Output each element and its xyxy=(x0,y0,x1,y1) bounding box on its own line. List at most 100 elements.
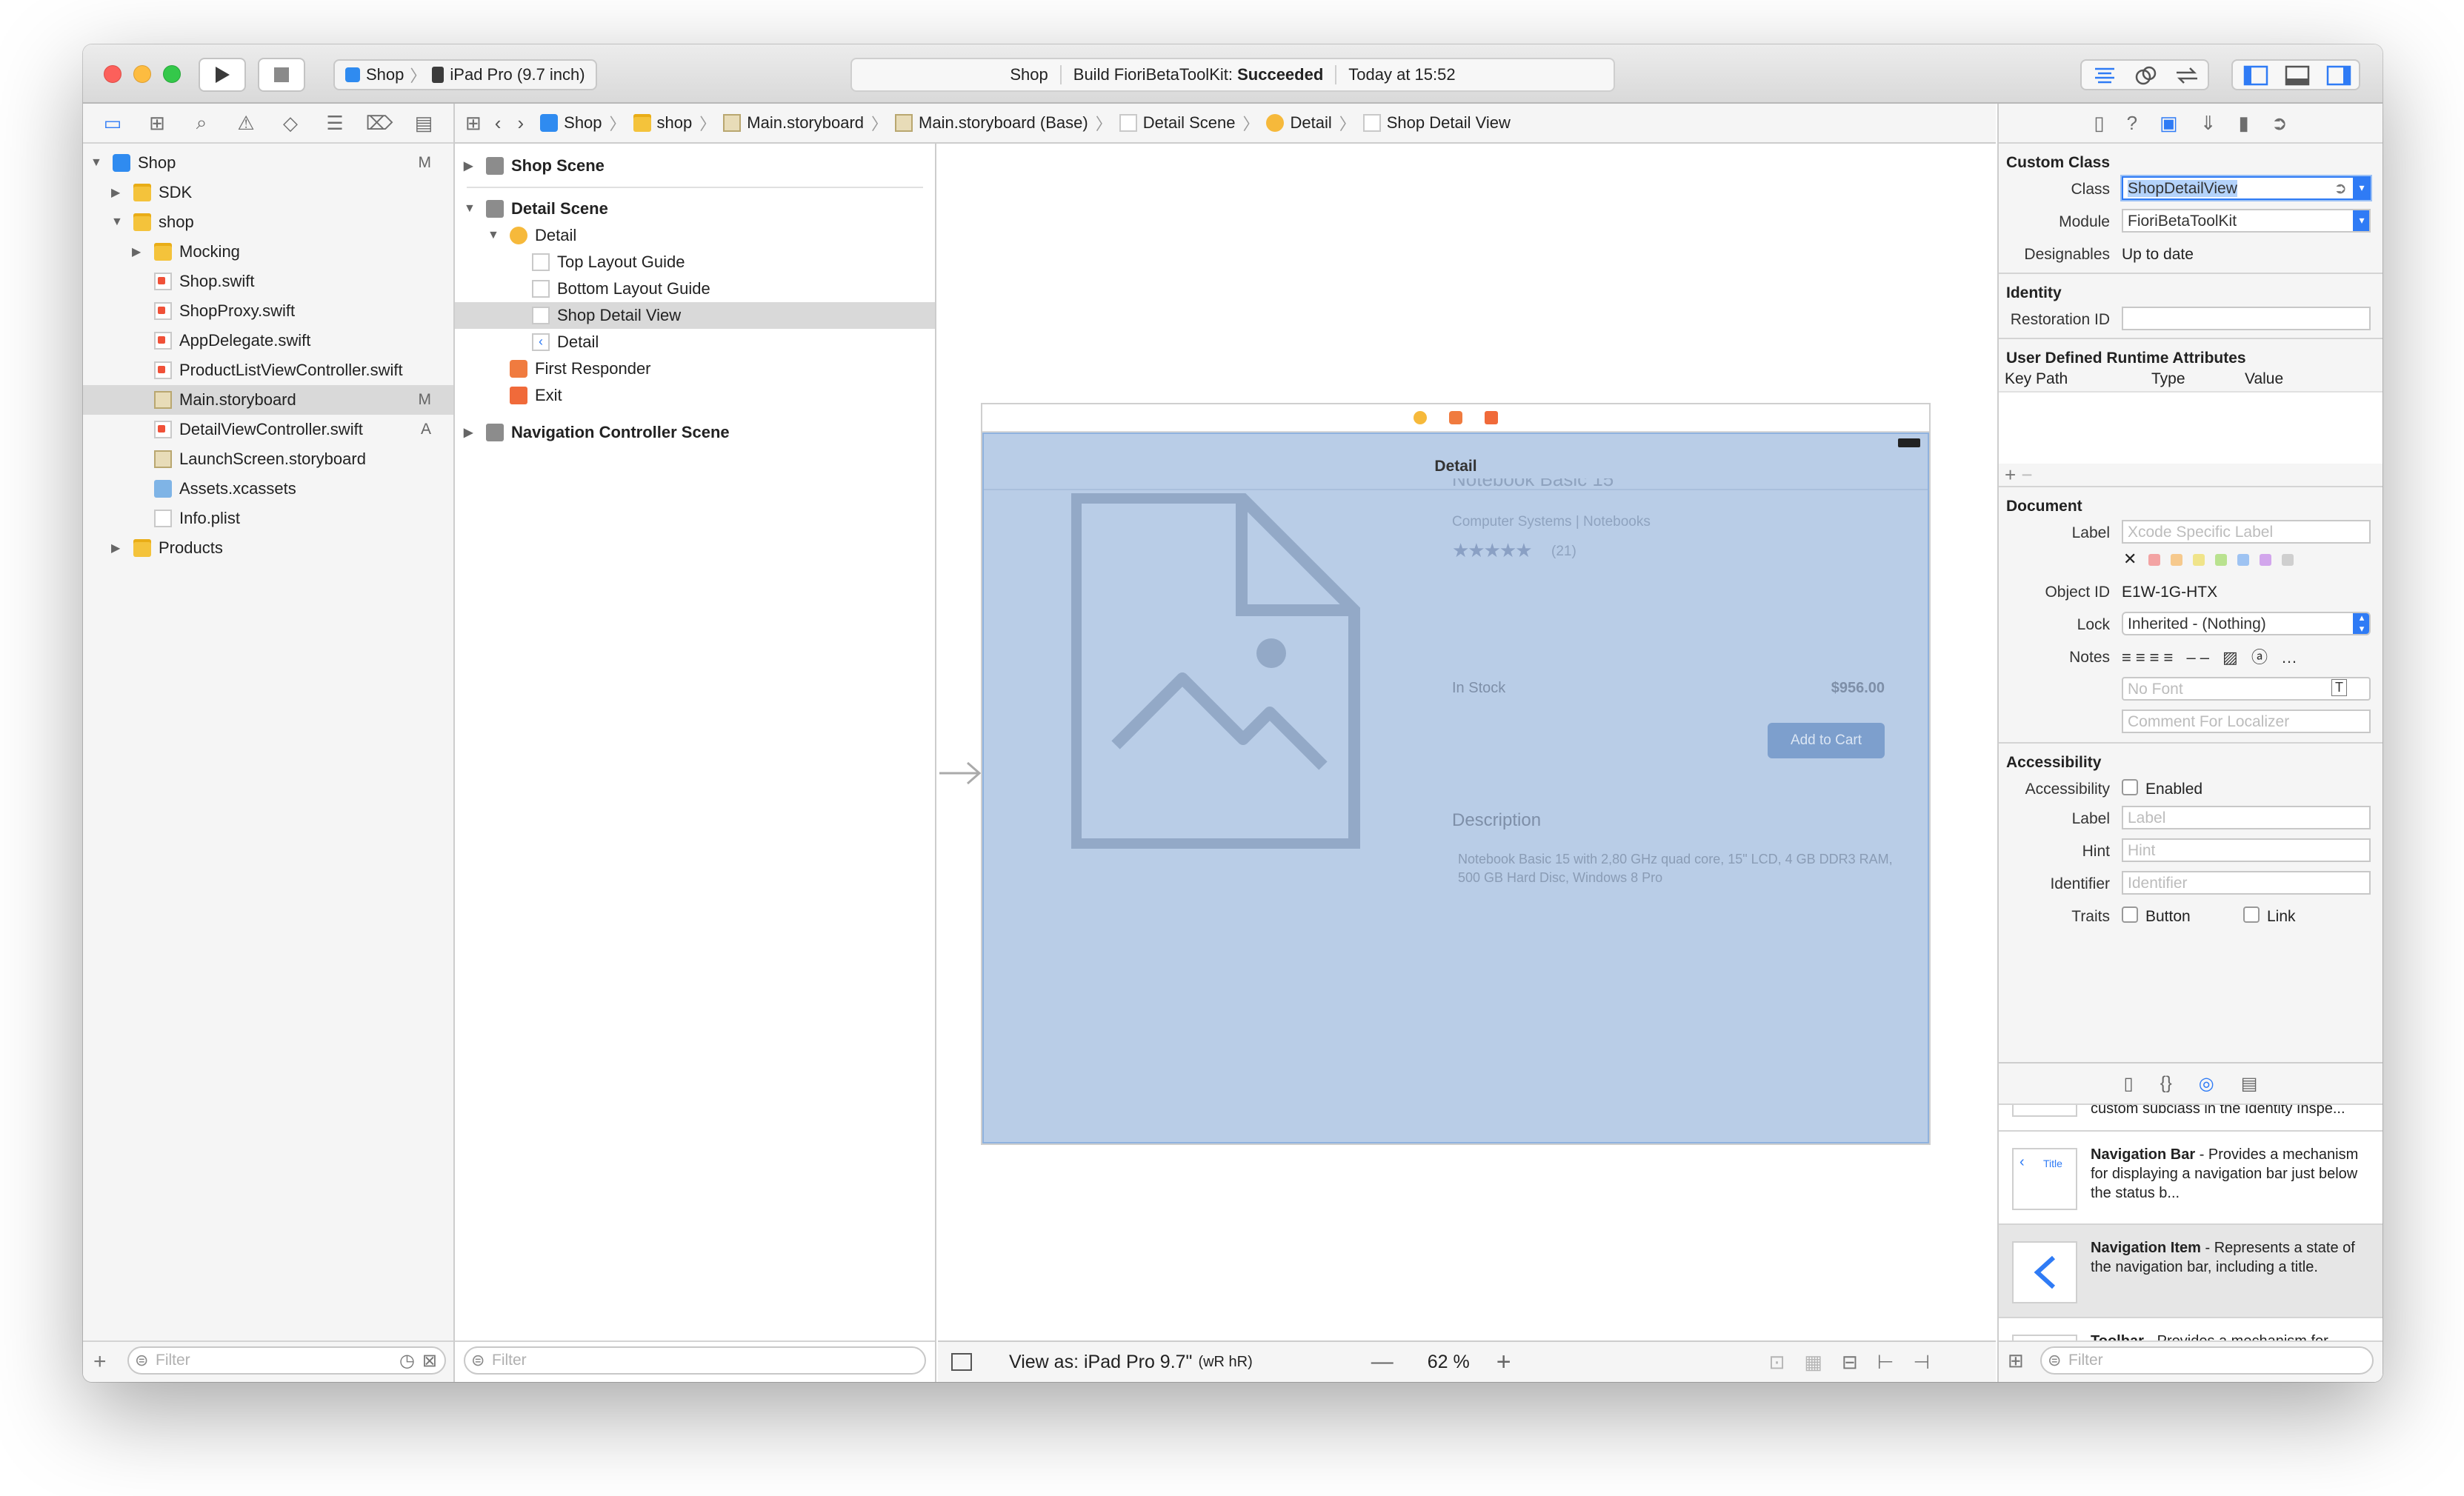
clear-label-icon[interactable]: ✕ xyxy=(2123,550,2137,569)
editor-mode-segment[interactable] xyxy=(2080,59,2209,90)
outline-item-bottom-layout-guide[interactable]: Bottom Layout Guide xyxy=(455,276,935,302)
label-color-swatch[interactable] xyxy=(2237,554,2249,566)
tree-item-appdelegate-swift[interactable]: AppDelegate.swift xyxy=(83,326,453,355)
add-icon[interactable]: + xyxy=(2005,464,2016,486)
dropdown-icon[interactable]: ▾ xyxy=(2353,210,2369,231)
disclosure-closed-icon[interactable]: ▶ xyxy=(132,244,141,259)
navigator-filter-input[interactable]: ⊜ Filter ◷ ⊠ xyxy=(127,1346,446,1375)
label-color-swatch[interactable] xyxy=(2193,554,2205,566)
disclosure-closed-icon[interactable]: ▶ xyxy=(111,185,120,200)
comment-field[interactable]: Comment For Localizer xyxy=(2122,709,2371,733)
storyboard-canvas[interactable]: Detail Notebook Basic 15 Computer System… xyxy=(938,144,1996,1382)
code-snippet-icon[interactable]: {} xyxy=(2160,1073,2172,1094)
tree-item-shop-swift[interactable]: Shop.swift xyxy=(83,267,453,296)
outline-item-navigation-scene[interactable]: ▶ Navigation Controller Scene xyxy=(455,419,935,446)
tree-item-shop-project[interactable]: ▼ Shop M xyxy=(83,148,453,178)
add-icon[interactable]: + xyxy=(93,1349,107,1375)
zoom-button[interactable] xyxy=(163,65,181,83)
forward-icon[interactable]: › xyxy=(517,112,524,135)
runtime-attributes-table[interactable] xyxy=(1999,393,2383,464)
outline-item-navigation-item[interactable]: ‹ Detail xyxy=(455,329,935,355)
hint-field[interactable]: Hint xyxy=(2122,838,2371,862)
update-frames-icon[interactable]: ⊡ xyxy=(1769,1351,1785,1374)
jump-crumb-storyboard-base[interactable]: Main.storyboard (Base) xyxy=(895,113,1088,133)
xcode-label-field[interactable]: Xcode Specific Label xyxy=(2122,520,2371,544)
align-icon[interactable]: ⊟ xyxy=(1842,1351,1858,1374)
acc-label-field[interactable]: Label xyxy=(2122,806,2371,829)
jump-crumb-view[interactable]: Shop Detail View xyxy=(1362,113,1511,133)
shop-detail-view-selected[interactable]: Detail Notebook Basic 15 Computer System… xyxy=(982,433,1929,1143)
view-as-device[interactable]: View as: iPad Pro 9.7" xyxy=(1009,1352,1192,1373)
notes-font-field[interactable]: No Font T xyxy=(2122,677,2371,701)
first-responder-icon[interactable] xyxy=(1449,411,1462,424)
tree-item-products[interactable]: ▶ Products xyxy=(83,533,453,563)
test-icon[interactable]: ◇ xyxy=(276,112,305,135)
font-picker-icon[interactable]: T xyxy=(2331,679,2347,696)
library-item-navigation-bar[interactable]: ‹ Title Navigation Bar - Provides a mecha… xyxy=(1999,1132,2383,1225)
jump-crumb-storyboard[interactable]: Main.storyboard xyxy=(723,113,864,133)
outline-filter-input[interactable]: ⊜ Filter xyxy=(464,1346,926,1375)
link-trait-checkbox[interactable] xyxy=(2243,906,2260,923)
minimize-button[interactable] xyxy=(133,65,151,83)
search-icon[interactable]: ⌕ xyxy=(187,111,216,135)
breakpoint-icon[interactable]: ⌦ xyxy=(364,112,394,135)
tree-item-shopproxy-swift[interactable]: ShopProxy.swift xyxy=(83,296,453,326)
media-library-icon[interactable]: ▤ xyxy=(2241,1073,2258,1095)
file-inspector-icon[interactable]: ▯ xyxy=(2094,112,2104,135)
disclosure-open-icon[interactable]: ▼ xyxy=(111,216,123,229)
source-control-icon[interactable]: ⊞ xyxy=(142,112,172,135)
lock-popup[interactable]: Inherited - (Nothing) ▴ ▾ xyxy=(2122,612,2371,635)
embed-stack-icon[interactable]: ▦ xyxy=(1804,1351,1822,1374)
quick-help-icon[interactable]: ? xyxy=(2127,112,2137,135)
label-color-swatch[interactable] xyxy=(2148,554,2160,566)
identifier-field[interactable]: Identifier xyxy=(2122,871,2371,895)
library-item[interactable]: custom subclass in the Identity Inspe... xyxy=(1999,1105,2383,1132)
disclosure-closed-icon[interactable]: ▶ xyxy=(111,541,120,555)
resolve-issues-icon[interactable]: ⊣ xyxy=(1913,1351,1930,1374)
pin-icon[interactable]: ⊢ xyxy=(1877,1351,1894,1374)
outline-item-first-responder[interactable]: First Responder xyxy=(455,355,935,382)
jump-crumb-scene[interactable]: Detail Scene xyxy=(1119,113,1235,133)
tree-item-launchscreen[interactable]: LaunchScreen.storyboard xyxy=(83,444,453,474)
disclosure-closed-icon[interactable]: ▶ xyxy=(464,425,473,440)
remove-icon[interactable]: − xyxy=(2021,464,2032,486)
zoom-in-icon[interactable]: + xyxy=(1496,1348,1511,1377)
label-color-swatch[interactable] xyxy=(2260,554,2271,566)
disclosure-closed-icon[interactable]: ▶ xyxy=(464,158,473,173)
library-filter-input[interactable]: ⊜ Filter xyxy=(2040,1346,2374,1375)
tree-item-detailvc-swift[interactable]: DetailViewController.swift A xyxy=(83,415,453,444)
button-trait-checkbox[interactable] xyxy=(2122,906,2138,923)
class-combobox[interactable]: ShopDetailView ➲ ▾ xyxy=(2122,176,2371,200)
stepper-arrows-icon[interactable]: ▴ ▾ xyxy=(2353,613,2369,634)
warning-icon[interactable]: ⚠ xyxy=(231,112,261,135)
tree-item-shop-group[interactable]: ▼ shop xyxy=(83,207,453,237)
jump-crumb-controller[interactable]: Detail xyxy=(1266,113,1332,133)
outline-item-detail-scene[interactable]: ▼ Detail Scene xyxy=(455,196,935,222)
view-controller-icon[interactable] xyxy=(1414,411,1427,424)
object-library-icon[interactable]: ◎ xyxy=(2199,1073,2214,1095)
disclosure-open-icon[interactable]: ▼ xyxy=(464,202,476,216)
outline-item-shop-detail-view[interactable]: Shop Detail View xyxy=(455,302,935,329)
recent-icon[interactable]: ◷ xyxy=(399,1350,415,1372)
outline-toggle-icon[interactable] xyxy=(951,1353,972,1371)
grid-view-icon[interactable]: ⊞ xyxy=(2008,1349,2024,1372)
scm-filter-icon[interactable]: ⊠ xyxy=(422,1350,437,1372)
size-inspector-icon[interactable]: ▮ xyxy=(2239,112,2249,135)
tree-item-mocking[interactable]: ▶ Mocking xyxy=(83,237,453,267)
label-color-swatch[interactable] xyxy=(2215,554,2227,566)
connections-inspector-icon[interactable]: ➲ xyxy=(2271,112,2288,135)
tree-item-sdk[interactable]: ▶ SDK xyxy=(83,178,453,207)
tree-item-productlist-swift[interactable]: ProductListViewController.swift xyxy=(83,355,453,385)
jump-crumb-group[interactable]: shop xyxy=(633,113,692,133)
notes-format-toolbar[interactable]: ≡≡≡≡ ‒‒ ▨ ⓐ … xyxy=(2122,644,2302,668)
run-button[interactable] xyxy=(199,58,246,92)
attributes-inspector-icon[interactable]: ⇓ xyxy=(2200,112,2217,135)
outline-item-exit[interactable]: Exit xyxy=(455,382,935,409)
library-item-navigation-item[interactable]: Navigation Item - Represents a state of … xyxy=(1999,1225,2383,1318)
tree-item-main-storyboard[interactable]: Main.storyboard M xyxy=(83,385,453,415)
tree-item-assets[interactable]: Assets.xcassets xyxy=(83,474,453,504)
close-button[interactable] xyxy=(104,65,121,83)
debug-icon[interactable]: ☰ xyxy=(320,112,350,135)
outline-item-top-layout-guide[interactable]: Top Layout Guide xyxy=(455,249,935,276)
jump-crumb-project[interactable]: Shop xyxy=(540,113,602,133)
